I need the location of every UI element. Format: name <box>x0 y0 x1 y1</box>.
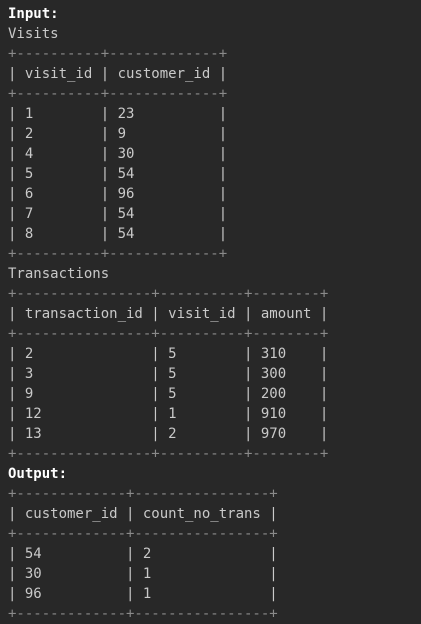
visits-table-border-bottom: +----------+-------------+ <box>8 246 228 262</box>
output-table-border-top: +-------------+----------------+ <box>8 486 278 502</box>
transactions-table-row: | 3 | 5 | 300 | <box>8 366 329 382</box>
transactions-table-row: | 13 | 2 | 970 | <box>8 426 329 442</box>
transactions-table-row: | 12 | 1 | 910 | <box>8 406 329 422</box>
output-table-row: | 54 | 2 | <box>8 546 278 562</box>
output-heading: Output: <box>8 466 68 482</box>
visits-table-border-header: +----------+-------------+ <box>8 86 228 102</box>
code-output-block: Input: Visits +----------+-------------+… <box>8 4 328 624</box>
output-table-border-header: +-------------+----------------+ <box>8 526 278 542</box>
output-table-row: | 30 | 1 | <box>8 566 278 582</box>
transactions-table-header-row: | transaction_id | visit_id | amount | <box>8 306 329 322</box>
visits-table-header-row: | visit_id | customer_id | <box>8 66 228 82</box>
transactions-table-row: | 2 | 5 | 310 | <box>8 346 329 362</box>
output-table-header-row: | customer_id | count_no_trans | <box>8 506 278 522</box>
output-table-row: | 96 | 1 | <box>8 586 278 602</box>
visits-table-row: | 4 | 30 | <box>8 146 228 162</box>
visits-table-border-top: +----------+-------------+ <box>8 46 228 62</box>
visits-table-name: Visits <box>8 26 59 42</box>
input-heading: Input: <box>8 6 59 22</box>
transactions-table-row: | 9 | 5 | 200 | <box>8 386 329 402</box>
output-table-border-bottom: +-------------+----------------+ <box>8 606 278 622</box>
transactions-table-border-top: +----------------+----------+--------+ <box>8 286 329 302</box>
visits-table-row: | 2 | 9 | <box>8 126 228 142</box>
visits-table-row: | 5 | 54 | <box>8 166 228 182</box>
transactions-table-border-header: +----------------+----------+--------+ <box>8 326 329 342</box>
visits-table-row: | 7 | 54 | <box>8 206 228 222</box>
visits-table-row: | 1 | 23 | <box>8 106 228 122</box>
transactions-table-border-bottom: +----------------+----------+--------+ <box>8 446 329 462</box>
visits-table-row: | 8 | 54 | <box>8 226 228 242</box>
visits-table-row: | 6 | 96 | <box>8 186 228 202</box>
transactions-table-name: Transactions <box>8 266 110 282</box>
